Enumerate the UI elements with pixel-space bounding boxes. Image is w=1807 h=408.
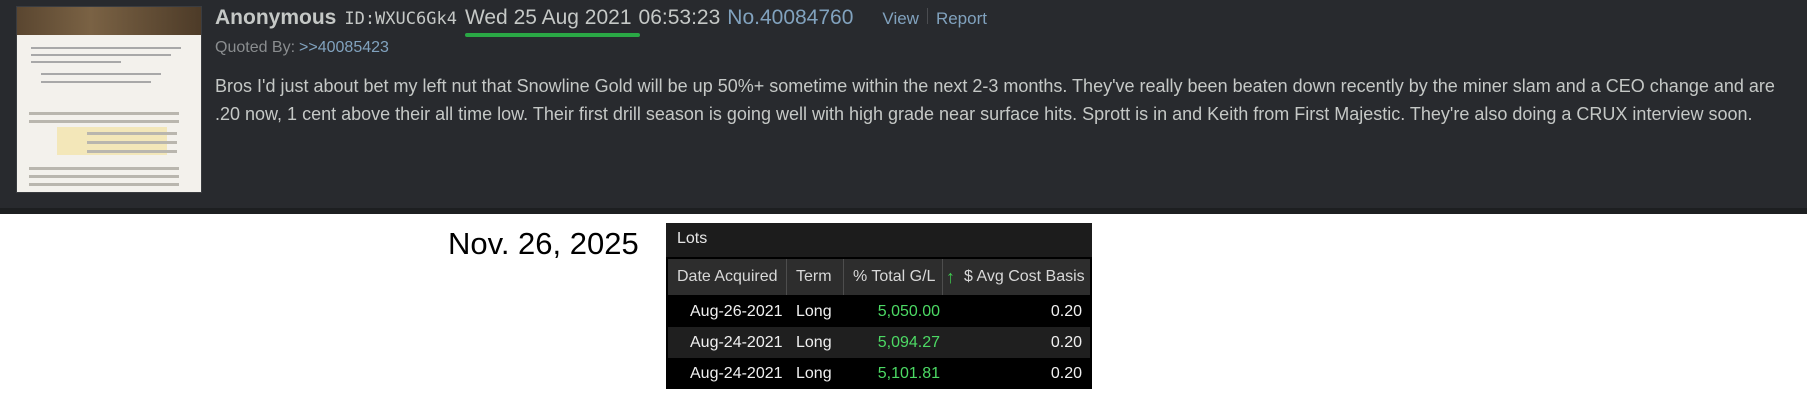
- post-divider: [0, 208, 1807, 214]
- thumbnail-text-line: [31, 61, 121, 63]
- forum-post: Anonymous ID:WXUC6Gk4 Wed 25 Aug 2021 06…: [0, 0, 1807, 208]
- lots-title: Lots: [666, 223, 1092, 257]
- post-time: 06:53:23: [638, 6, 721, 29]
- report-link[interactable]: Report: [936, 9, 987, 29]
- up-arrow-icon[interactable]: ↑: [946, 259, 955, 295]
- cell-term: Long: [796, 365, 832, 382]
- thumbnail-table-line: [29, 183, 179, 186]
- column-header-avg-cost-basis[interactable]: $ Avg Cost Basis: [964, 259, 1085, 295]
- cell-date-acquired: Aug-24-2021: [690, 334, 783, 351]
- thumbnail-table-line: [29, 112, 179, 115]
- cell-total-gl: 5,101.81: [877, 365, 940, 382]
- table-row[interactable]: Aug-24-2021 Long 5,101.81 0.20: [668, 358, 1090, 389]
- thumbnail-text-line: [31, 47, 181, 49]
- post-date: Wed 25 Aug 2021: [464, 6, 640, 37]
- column-divider: [786, 259, 787, 295]
- table-row[interactable]: Aug-26-2021 Long 5,050.00 0.20: [668, 296, 1090, 327]
- cell-avg-cost-basis: 0.20: [1050, 303, 1082, 320]
- lots-table: Lots Date Acquired Term % Total G/L ↑ $ …: [666, 223, 1092, 389]
- thumbnail-table-line: [87, 132, 177, 135]
- post-date-text: Wed 25 Aug 2021: [464, 6, 632, 29]
- poster-id[interactable]: ID:WXUC6Gk4: [344, 9, 457, 29]
- poster-name: Anonymous: [215, 6, 337, 29]
- cell-date-acquired: Aug-24-2021: [690, 365, 783, 382]
- cell-avg-cost-basis: 0.20: [1050, 334, 1082, 351]
- column-divider: [942, 259, 943, 295]
- post-number-link[interactable]: No.40084760: [727, 6, 853, 30]
- date-highlight-underline: [464, 33, 640, 37]
- view-link[interactable]: View: [882, 9, 919, 29]
- thumbnail-text-line: [41, 81, 151, 83]
- post-image-thumbnail[interactable]: [16, 6, 202, 193]
- thumbnail-text-line: [31, 54, 171, 56]
- thumbnail-table-line: [87, 150, 177, 153]
- thumbnail-table-line: [29, 167, 179, 170]
- thumbnail-table-line: [87, 141, 177, 144]
- thumbnail-table-line: [29, 120, 179, 123]
- cell-total-gl: 5,050.00: [877, 303, 940, 320]
- column-header-total-gl[interactable]: % Total G/L: [853, 259, 935, 295]
- column-divider: [843, 259, 844, 295]
- quoted-by: Quoted By: >>40085423: [215, 39, 389, 57]
- thumbnail-banner: [17, 7, 201, 35]
- cell-avg-cost-basis: 0.20: [1050, 365, 1082, 382]
- thumbnail-text-line: [41, 73, 161, 75]
- cell-date-acquired: Aug-26-2021: [690, 303, 783, 320]
- header-divider: [926, 8, 928, 24]
- quoted-by-label: Quoted By:: [215, 39, 296, 56]
- thumbnail-table-line: [29, 175, 179, 178]
- column-header-term[interactable]: Term: [796, 259, 832, 295]
- cell-term: Long: [796, 303, 832, 320]
- lots-header-row: Date Acquired Term % Total G/L ↑ $ Avg C…: [668, 259, 1090, 295]
- column-header-date-acquired[interactable]: Date Acquired: [677, 259, 778, 295]
- cell-term: Long: [796, 334, 832, 351]
- post-header: Anonymous ID:WXUC6Gk4 Wed 25 Aug 2021 06…: [215, 6, 987, 37]
- quoted-by-link[interactable]: >>40085423: [299, 39, 389, 56]
- date-caption: Nov. 26, 2025: [448, 226, 639, 261]
- post-body: Bros I'd just about bet my left nut that…: [215, 76, 1775, 124]
- cell-total-gl: 5,094.27: [877, 334, 940, 351]
- table-row[interactable]: Aug-24-2021 Long 5,094.27 0.20: [668, 327, 1090, 358]
